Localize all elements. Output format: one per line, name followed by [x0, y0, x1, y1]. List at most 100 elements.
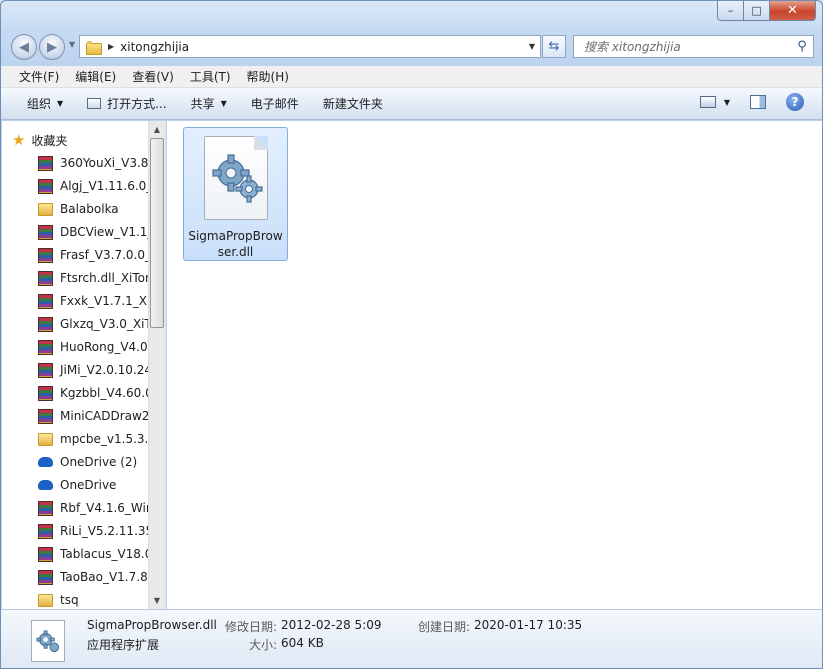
nav-item[interactable]: HuoRong_V4.0. [38, 337, 148, 357]
nav-item[interactable]: 360YouXi_V3.8.7 [38, 153, 148, 173]
chevron-down-icon: ▼ [220, 99, 227, 108]
archive-icon [38, 546, 53, 562]
nav-item-label: Kgzbbl_V4.60.0 [60, 386, 148, 400]
nav-item[interactable]: DBCView_V1.1_X [38, 222, 148, 242]
nav-item-label: 360YouXi_V3.8.7 [60, 156, 148, 170]
nav-item[interactable]: Fxxk_V1.7.1_XiTo [38, 291, 148, 311]
nav-item[interactable]: JiMi_V2.0.10.24_ [38, 360, 148, 380]
created-label: 创建日期: [418, 620, 471, 634]
archive-icon [38, 339, 53, 355]
nav-item-label: Tablacus_V18.0 [60, 547, 148, 561]
email-label: 电子邮件 [250, 97, 299, 111]
share-label: 共享 [190, 97, 215, 111]
toolbar-right: ▼ ? [699, 93, 804, 111]
nav-item[interactable]: mpcbe_v1.5.3.4 [38, 429, 148, 449]
nav-item[interactable]: OneDrive (2) [38, 452, 148, 472]
open-with-label: 打开方式... [107, 97, 167, 111]
dll-gear-icon [203, 136, 268, 220]
navigation-pane: ★ 收藏夹 360YouXi_V3.8.7 Algj_V1.11.6.0_X Bal… [2, 121, 166, 609]
menu-help[interactable]: 帮助(H) [239, 68, 297, 85]
nav-item[interactable]: Glxzq_V3.0_XiTo [38, 314, 148, 334]
nav-item-label: Glxzq_V3.0_XiTo [60, 317, 148, 331]
file-list-pane[interactable]: SigmaPropBrowser.dll [167, 121, 822, 609]
nav-item[interactable]: Rbf_V4.1.6_Win8 [38, 498, 148, 518]
arrow-right-icon: ▶ [47, 39, 57, 55]
menu-view[interactable]: 查看(V) [124, 68, 182, 85]
nav-item[interactable]: Balabolka [38, 199, 148, 219]
scroll-down-icon[interactable]: ▼ [149, 592, 165, 609]
menu-edit[interactable]: 编辑(E) [67, 68, 124, 85]
nav-item[interactable]: TaoBao_V1.7.8. [38, 567, 148, 587]
email-button[interactable]: 电子邮件 [243, 92, 307, 116]
recent-pages-dropdown[interactable]: ▼ [69, 40, 75, 49]
new-folder-label: 新建文件夹 [322, 97, 383, 111]
dll-gear-icon [31, 620, 65, 662]
share-button[interactable]: 共享 ▼ [183, 92, 235, 116]
nav-item[interactable]: Frasf_V3.7.0.0_X [38, 245, 148, 265]
new-folder-button[interactable]: 新建文件夹 [315, 92, 391, 116]
menu-file[interactable]: 文件(F) [11, 68, 67, 85]
nav-item[interactable]: Kgzbbl_V4.60.0 [38, 383, 148, 403]
help-icon[interactable]: ? [786, 93, 804, 111]
forward-button[interactable]: ▶ [39, 34, 65, 60]
command-bar: 组织 ▼ 打开方式... 共享 ▼ 电子邮件 新建文件夹 ▼ ? [1, 88, 822, 120]
nav-item[interactable]: MiniCADDraw20 [38, 406, 148, 426]
nav-item-label: OneDrive [60, 478, 117, 492]
modified-value: 2012-02-28 5:09 [281, 618, 382, 632]
nav-item[interactable]: Ftsrch.dll_XiTon [38, 268, 148, 288]
archive-icon [38, 270, 53, 286]
search-input[interactable] [574, 39, 791, 54]
nav-item[interactable]: RiLi_V5.2.11.354 [38, 521, 148, 541]
view-options-dropdown[interactable]: ▼ [724, 98, 730, 107]
address-history-dropdown[interactable]: ▼ [524, 42, 540, 51]
created-value: 2020-01-17 10:35 [474, 618, 583, 632]
size-label: 大小: [249, 638, 278, 652]
favorites-label: 收藏夹 [31, 133, 68, 148]
nav-scrollbar[interactable]: ▲ ▼ [148, 121, 165, 609]
menu-tools[interactable]: 工具(T) [182, 68, 239, 85]
nav-item-label: RiLi_V5.2.11.354 [60, 524, 148, 538]
menu-bar: 文件(F) 编辑(E) 查看(V) 工具(T) 帮助(H) [1, 66, 822, 88]
explorer-window: – □ ✕ ◀ ▶ ▼ ▶ xitongzhijia ▼ ⇆ ⚲ 文件(F) 编… [0, 0, 823, 669]
nav-item[interactable]: Algj_V1.11.6.0_X [38, 176, 148, 196]
change-view-icon[interactable] [699, 96, 716, 108]
nav-item[interactable]: tsq [38, 590, 148, 609]
search-box: ⚲ [573, 35, 814, 58]
nav-item-label: DBCView_V1.1_X [60, 225, 148, 239]
archive-icon [38, 408, 53, 424]
nav-item-label: Fxxk_V1.7.1_XiTo [60, 294, 148, 308]
minimize-button[interactable]: – [717, 1, 744, 21]
address-bar[interactable]: ▶ xitongzhijia ▼ [79, 35, 541, 58]
file-item[interactable]: SigmaPropBrowser.dll [183, 127, 288, 261]
archive-icon [38, 316, 53, 332]
organize-button[interactable]: 组织 ▼ [19, 92, 71, 116]
favorites-header[interactable]: ★ 收藏夹 [12, 131, 67, 149]
archive-icon [38, 362, 53, 378]
search-icon[interactable]: ⚲ [791, 39, 813, 54]
archive-icon [38, 385, 53, 401]
archive-icon [38, 569, 53, 585]
back-button[interactable]: ◀ [11, 34, 37, 60]
nav-item[interactable]: OneDrive [38, 475, 148, 495]
maximize-button[interactable]: □ [744, 1, 770, 21]
nav-item-label: Rbf_V4.1.6_Win8 [60, 501, 148, 515]
nav-item-label: JiMi_V2.0.10.24_ [60, 363, 148, 377]
details-filename: SigmaPropBrowser.dll [87, 618, 217, 632]
close-button[interactable]: ✕ [770, 1, 816, 21]
open-with-button[interactable]: 打开方式... [79, 92, 174, 116]
breadcrumb-arrow-icon[interactable]: ▶ [108, 42, 114, 51]
refresh-button[interactable]: ⇆ [542, 35, 566, 58]
arrow-left-icon: ◀ [19, 39, 29, 55]
archive-icon [38, 224, 53, 240]
preview-pane-icon[interactable] [750, 95, 766, 109]
folder-icon [86, 40, 102, 55]
nav-item-label: Ftsrch.dll_XiTon [60, 271, 148, 285]
onedrive-icon [38, 457, 53, 467]
size-value: 604 KB [281, 636, 324, 650]
nav-item[interactable]: Tablacus_V18.0 [38, 544, 148, 564]
scroll-thumb[interactable] [150, 138, 164, 328]
address-path[interactable]: xitongzhijia [120, 40, 524, 54]
archive-icon [38, 247, 53, 263]
scroll-up-icon[interactable]: ▲ [149, 121, 165, 138]
nav-item-label: tsq [60, 593, 79, 607]
